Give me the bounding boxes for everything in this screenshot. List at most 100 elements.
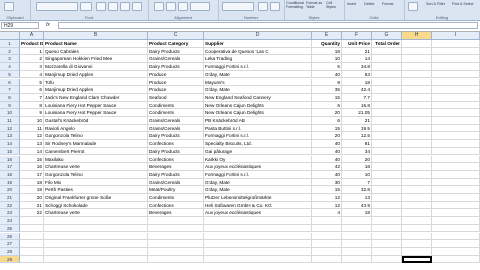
cell[interactable]: 42.4	[342, 86, 372, 94]
cell[interactable]: G'day, Mate	[204, 186, 312, 194]
ribbon-group-font[interactable]: Font	[30, 0, 149, 20]
cell[interactable]: 2	[20, 55, 44, 64]
cell[interactable]: 18	[342, 78, 372, 87]
cell[interactable]: Gorgonzola Telino	[44, 132, 148, 141]
cell[interactable]: Leka Trading	[204, 55, 312, 64]
align-left-icon[interactable]	[154, 2, 164, 11]
cell[interactable]	[20, 240, 44, 248]
number-format-dropdown[interactable]	[222, 2, 254, 11]
cell[interactable]	[20, 255, 44, 264]
cell[interactable]: 21	[342, 47, 372, 56]
row-header[interactable]: 10	[0, 109, 20, 117]
cell[interactable]	[402, 140, 432, 148]
cell[interactable]	[372, 117, 402, 125]
cell[interactable]: Original Frankfurter grüne Soße	[44, 194, 148, 202]
cell[interactable]	[432, 186, 480, 194]
column-header-f[interactable]: F	[342, 32, 372, 39]
row-header[interactable]: 5	[0, 70, 20, 79]
row-header[interactable]: 7	[0, 86, 20, 94]
merge-center-icon[interactable]	[190, 2, 210, 11]
cell[interactable]: 6	[312, 117, 342, 125]
cell[interactable]	[402, 224, 432, 233]
cell[interactable]	[44, 232, 148, 241]
cell[interactable]: G'day, Mate	[204, 178, 312, 187]
cell[interactable]: Singaporean Hokkien Fried Mee	[44, 55, 148, 64]
cell[interactable]	[372, 63, 402, 71]
cell[interactable]: Karkki Oy	[204, 155, 312, 164]
cell[interactable]: 18	[312, 47, 342, 56]
insert-button[interactable]: Insert	[347, 2, 356, 6]
cell[interactable]: G'day, Mate	[204, 86, 312, 94]
cell[interactable]	[372, 224, 402, 233]
cell[interactable]: Plutzer Lebensmittelgroßmärkte	[204, 194, 312, 202]
cell[interactable]: 10	[312, 55, 342, 64]
cell[interactable]: 32.8	[342, 186, 372, 194]
cell[interactable]	[432, 155, 480, 164]
cell[interactable]: 15	[20, 155, 44, 164]
cell[interactable]: Condiments	[148, 194, 204, 202]
cell[interactable]: Chartreuse verte	[44, 163, 148, 171]
cell[interactable]	[402, 147, 432, 156]
sort-filter-button[interactable]: Sort & Filter	[426, 2, 450, 6]
comma-style-icon[interactable]	[270, 2, 280, 11]
cell[interactable]	[312, 217, 342, 225]
cell[interactable]: 16	[20, 163, 44, 171]
cell[interactable]	[312, 247, 342, 256]
cell[interactable]	[372, 78, 402, 87]
cell[interactable]	[402, 194, 432, 202]
cell[interactable]	[432, 170, 480, 179]
cell[interactable]	[432, 101, 480, 110]
formula-input[interactable]	[58, 22, 478, 29]
cell[interactable]	[432, 209, 480, 218]
cell[interactable]: Grains/Cereals	[148, 178, 204, 187]
cell[interactable]: 20	[312, 132, 342, 141]
cell[interactable]: Jack's New England Clam Chowder	[44, 93, 148, 102]
cell[interactable]: Louisiana Fiery Hot Pepper Sauce	[44, 101, 148, 110]
font-size-dropdown[interactable]	[80, 2, 92, 11]
cell[interactable]: Cooperativa de Quesos 'Las C	[204, 47, 312, 56]
cell[interactable]: 22	[20, 209, 44, 218]
cell[interactable]	[402, 155, 432, 164]
cell[interactable]	[432, 224, 480, 233]
fill-color-icon[interactable]	[120, 2, 130, 11]
cell[interactable]	[402, 101, 432, 110]
row-header[interactable]: 24	[0, 217, 20, 225]
cell[interactable]	[204, 224, 312, 233]
cell[interactable]	[432, 40, 480, 48]
cell[interactable]: 18	[342, 209, 372, 218]
cell[interactable]: PB Knäckebröd AB	[204, 117, 312, 125]
cell[interactable]: 8	[20, 101, 44, 110]
cell[interactable]: 34.8	[342, 63, 372, 71]
cell[interactable]	[432, 217, 480, 225]
cell[interactable]	[372, 132, 402, 141]
percent-icon[interactable]	[258, 2, 268, 11]
cell[interactable]: Product ID	[20, 40, 44, 48]
name-box[interactable]: H29	[1, 22, 39, 29]
italic-icon[interactable]	[108, 2, 118, 11]
cell[interactable]: 40	[312, 155, 342, 164]
row-header[interactable]: 9	[0, 101, 20, 110]
cell[interactable]	[432, 109, 480, 117]
cell[interactable]: 18	[20, 178, 44, 187]
cell[interactable]: Schoggi Schokolade	[44, 201, 148, 210]
cell[interactable]	[312, 224, 342, 233]
cell[interactable]: 16.8	[342, 101, 372, 110]
cell[interactable]	[432, 93, 480, 102]
cell[interactable]: 10	[342, 170, 372, 179]
column-header-a[interactable]: A	[20, 32, 44, 39]
font-color-icon[interactable]	[132, 2, 142, 11]
row-header[interactable]: 29	[0, 255, 20, 264]
cell[interactable]	[432, 140, 480, 148]
cell[interactable]	[402, 93, 432, 102]
cell[interactable]: Supplier	[204, 40, 312, 48]
cell[interactable]	[402, 63, 432, 71]
paste-icon[interactable]	[4, 2, 14, 11]
cell[interactable]	[432, 147, 480, 156]
cell[interactable]	[402, 109, 432, 117]
row-header[interactable]: 14	[0, 140, 20, 148]
cell[interactable]	[402, 209, 432, 218]
cell[interactable]	[432, 78, 480, 87]
cell[interactable]: Chartreuse verte	[44, 209, 148, 218]
column-header-h[interactable]: H	[402, 32, 432, 39]
cell[interactable]: 40	[312, 70, 342, 79]
